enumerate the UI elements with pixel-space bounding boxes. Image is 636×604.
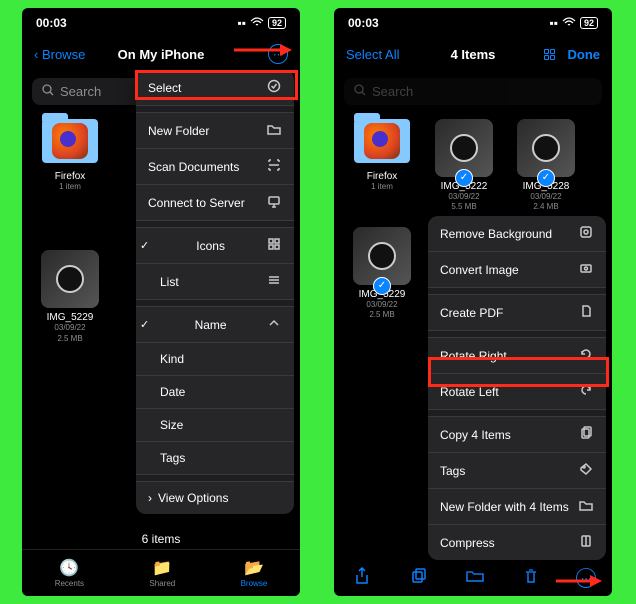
options-menu: Select New Folder Scan Documents Connect… (136, 70, 294, 514)
pdf-icon (578, 304, 594, 321)
list-icon (266, 273, 282, 290)
wifi-icon (562, 16, 576, 30)
items-count: 6 items (22, 532, 300, 546)
menu-view-list[interactable]: List (136, 264, 294, 300)
battery-level: 92 (580, 17, 598, 29)
file-grid: Firefox 1 item IMG_5229 03/09/22 2.5 MB (22, 109, 136, 354)
rotate-left-icon (578, 383, 594, 400)
copy-icon (578, 426, 594, 443)
clock-icon: 🕓 (59, 558, 79, 578)
file-item-firefox[interactable]: Firefox 1 item (346, 119, 418, 213)
status-time: 00:03 (36, 16, 67, 30)
menu-rotate-left[interactable]: Rotate Left (428, 374, 606, 410)
menu-select[interactable]: Select (136, 70, 294, 106)
search-icon (354, 84, 366, 99)
search-input: Search (344, 78, 602, 105)
more-options-button[interactable]: ⋯ (268, 44, 288, 64)
tab-bar: 🕓 Recents 📁 Shared 📂 Browse (22, 549, 300, 596)
file-item-img5229[interactable]: ✓ IMG_5229 03/09/22 2.5 MB (346, 227, 418, 321)
chevron-right-icon: › (148, 491, 152, 505)
selection-toolbar: ⋯ (334, 560, 612, 596)
status-time: 00:03 (348, 16, 379, 30)
folder-icon (354, 119, 410, 163)
tab-shared[interactable]: 📁 Shared (149, 558, 175, 588)
selected-check-icon: ✓ (537, 169, 555, 187)
layout-switch-button[interactable] (544, 49, 558, 60)
nav-header: ‹ Browse On My iPhone ⋯ (22, 34, 300, 74)
select-all-button[interactable]: Select All (346, 47, 399, 62)
tag-icon (578, 462, 594, 479)
status-indicators: ▪▪ 92 (237, 16, 286, 30)
grid-icon (266, 237, 282, 254)
chevron-left-icon: ‹ (34, 47, 42, 62)
more-actions-button[interactable]: ⋯ (576, 568, 596, 588)
battery-level: 92 (268, 17, 286, 29)
file-item-img5222[interactable]: ✓ IMG_5222 03/09/22 5.5 MB (428, 119, 500, 213)
selected-check-icon: ✓ (455, 169, 473, 187)
file-item-img5229[interactable]: IMG_5229 03/09/22 2.5 MB (34, 250, 106, 344)
menu-compress[interactable]: Compress (428, 525, 606, 560)
menu-scan-documents[interactable]: Scan Documents (136, 149, 294, 185)
compress-icon (578, 534, 594, 551)
signal-icon: ▪▪ (237, 16, 246, 30)
folder-icon (578, 498, 594, 515)
search-placeholder: Search (372, 84, 413, 99)
rotate-right-icon (578, 347, 594, 364)
menu-create-pdf[interactable]: Create PDF (428, 295, 606, 331)
done-button[interactable]: Done (568, 47, 601, 62)
folder-icon (266, 122, 282, 139)
nav-header: Select All 4 Items Done (334, 34, 612, 74)
menu-connect-server[interactable]: Connect to Server (136, 185, 294, 221)
menu-sort-size[interactable]: Size (136, 409, 294, 442)
tab-browse[interactable]: 📂 Browse (241, 558, 268, 588)
tab-recents[interactable]: 🕓 Recents (55, 558, 84, 588)
status-indicators: ▪▪ 92 (549, 16, 598, 30)
menu-sort-tags[interactable]: Tags (136, 442, 294, 475)
server-icon (266, 194, 282, 211)
menu-convert-image[interactable]: Convert Image (428, 252, 606, 288)
menu-new-folder[interactable]: New Folder (136, 113, 294, 149)
signal-icon: ▪▪ (549, 16, 558, 30)
share-button[interactable] (350, 567, 374, 590)
status-bar: 00:03 ▪▪ 92 (334, 8, 612, 34)
menu-sort-date[interactable]: Date (136, 376, 294, 409)
shared-folder-icon: 📁 (152, 558, 172, 578)
context-menu: Remove Background Convert Image Create P… (428, 216, 606, 560)
folder-icon (42, 119, 98, 163)
menu-new-folder-with-items[interactable]: New Folder with 4 Items (428, 489, 606, 525)
file-item-firefox[interactable]: Firefox 1 item (34, 119, 106, 192)
delete-button[interactable] (519, 568, 543, 589)
select-check-icon (266, 79, 282, 96)
image-thumb (41, 250, 99, 308)
wifi-icon (250, 16, 264, 30)
menu-view-icons[interactable]: Icons (136, 228, 294, 264)
convert-icon (578, 261, 594, 278)
menu-remove-background[interactable]: Remove Background (428, 216, 606, 252)
menu-tags[interactable]: Tags (428, 453, 606, 489)
browse-folder-icon: 📂 (244, 558, 264, 578)
selected-check-icon: ✓ (373, 277, 391, 295)
menu-sort-kind[interactable]: Kind (136, 343, 294, 376)
status-bar: 00:03 ▪▪ 92 (22, 8, 300, 34)
menu-copy-items[interactable]: Copy 4 Items (428, 417, 606, 453)
search-icon (42, 84, 54, 99)
search-placeholder: Search (60, 84, 101, 99)
menu-view-options[interactable]: › View Options (136, 482, 294, 514)
screenshot-right: 00:03 ▪▪ 92 Select All 4 Items Done Sear… (334, 8, 612, 596)
menu-sort-name[interactable]: Name (136, 307, 294, 343)
back-button[interactable]: ‹ Browse (34, 47, 85, 62)
duplicate-button[interactable] (407, 568, 431, 589)
move-button[interactable] (463, 569, 487, 588)
chevron-up-icon (266, 316, 282, 333)
remove-bg-icon (578, 225, 594, 242)
file-item-img5228[interactable]: ✓ IMG_5228 03/09/22 2.4 MB (510, 119, 582, 213)
screenshot-left: 00:03 ▪▪ 92 ‹ Browse On My iPhone ⋯ Sear… (22, 8, 300, 596)
scan-icon (266, 158, 282, 175)
menu-rotate-right[interactable]: Rotate Right (428, 338, 606, 374)
